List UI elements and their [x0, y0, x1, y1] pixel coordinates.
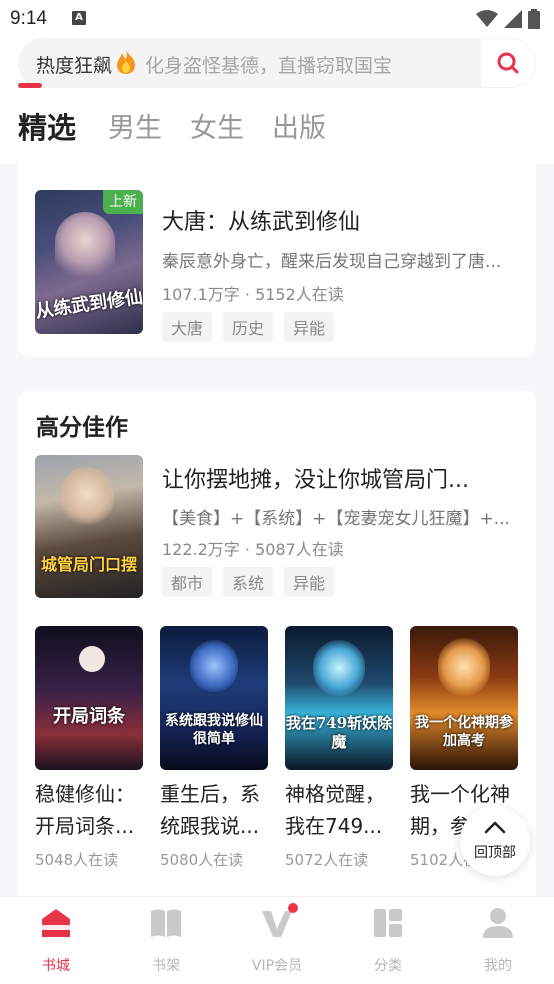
book-tags: 都市 系统 异能 [162, 567, 335, 597]
bottom-navigation: 书城 书架 VIP会员 分类 我的 [0, 896, 554, 984]
book-tag[interactable]: 大唐 [162, 312, 213, 342]
grid-book-title: 神格觉醒，我在749... [285, 782, 385, 838]
book-meta: 107.1万字 · 5152人在读 [162, 285, 344, 304]
profile-icon [483, 908, 513, 938]
book-meta: 122.2万字 · 5087人在读 [162, 540, 344, 559]
new-badge: 上新 [103, 190, 143, 214]
high-score-section: 高分佳作 城管局门口摆 让你摆地摊，没让你城管局门... 【美食】+【系统】+【… [18, 390, 536, 896]
chevron-up-icon [484, 821, 506, 834]
nav-label: 书城 [42, 958, 70, 974]
cover-title: 系统跟我说修仙很简单 [165, 713, 263, 747]
book-tag[interactable]: 系统 [223, 567, 274, 597]
tab-featured[interactable]: 精选 [18, 105, 76, 147]
wifi-icon [476, 10, 498, 27]
book-description: 秦辰意外身亡，醒来后发现自己穿越到了唐... [162, 252, 502, 272]
search-hot-label: 热度狂飙 [36, 55, 113, 77]
search-button[interactable] [480, 38, 536, 88]
cover-art [60, 467, 114, 527]
book-title[interactable]: 大唐：从练武到修仙 [162, 204, 360, 236]
header: 热度狂飙 化身盗怪基德，直播窃取国宝 精选 男生 女生 出版 [0, 38, 554, 164]
book-cover[interactable]: 开局词条 [35, 626, 143, 770]
search-hint: 化身盗怪基德，直播窃取国宝 [145, 55, 393, 77]
notification-icon: A [72, 11, 86, 25]
book-tag[interactable]: 都市 [162, 567, 213, 597]
search-bar[interactable]: 热度狂飙 化身盗怪基德，直播窃取国宝 [18, 38, 536, 88]
status-time: 9:14 [10, 8, 47, 29]
cover-title: 我一个化神期参加高考 [415, 715, 513, 749]
cover-title: 从练武到修仙 [35, 286, 143, 323]
nav-label: VIP会员 [251, 958, 303, 974]
cover-title: 开局词条 [53, 706, 125, 727]
featured-book-card[interactable]: 上新 从练武到修仙 大唐：从练武到修仙 秦辰意外身亡，醒来后发现自己穿越到了唐.… [18, 164, 536, 357]
notification-dot [288, 903, 298, 913]
tab-female[interactable]: 女生 [190, 106, 244, 145]
back-to-top-button[interactable]: 回顶部 [460, 806, 530, 876]
cover-title: 我在749斩妖除魔 [285, 714, 393, 751]
cover-title: 城管局门口摆 [40, 555, 137, 574]
nav-label: 分类 [374, 958, 402, 974]
section-title: 高分佳作 [36, 415, 128, 441]
category-icon [374, 909, 402, 937]
book-cover[interactable]: 我一个化神期参加高考 [410, 626, 518, 770]
status-indicators [476, 9, 540, 29]
status-bar: 9:14 A [0, 0, 554, 38]
active-tab-indicator [18, 83, 42, 88]
battery-icon [528, 9, 540, 29]
moon-art [79, 646, 105, 672]
book-description: 【美食】+【系统】+【宠妻宠女儿狂魔】+... [162, 509, 510, 529]
back-to-top-label: 回顶部 [474, 845, 516, 861]
cover-art [313, 640, 365, 696]
tab-male[interactable]: 男生 [108, 106, 162, 145]
grid-book-meta: 5048人在读 [35, 851, 119, 869]
book-tag[interactable]: 异能 [284, 567, 335, 597]
book-tags: 大唐 历史 异能 [162, 312, 335, 342]
nav-label: 我的 [484, 958, 512, 974]
cover-art [55, 212, 115, 282]
bookshelf-icon [151, 909, 181, 937]
book-title[interactable]: 让你摆地摊，没让你城管局门... [162, 462, 469, 494]
cover-art [438, 638, 490, 696]
book-cover[interactable]: 上新 从练武到修仙 [35, 190, 143, 334]
signal-icon [504, 10, 522, 28]
flame-icon [117, 50, 135, 74]
search-icon [497, 52, 519, 74]
grid-book-meta: 5072人在读 [285, 851, 369, 869]
feed[interactable]: 上新 从练武到修仙 大唐：从练武到修仙 秦辰意外身亡，醒来后发现自己穿越到了唐.… [0, 164, 554, 896]
book-cover[interactable]: 我在749斩妖除魔 [285, 626, 393, 770]
book-tag[interactable]: 历史 [223, 312, 274, 342]
grid-book-title: 重生后，系统跟我说... [160, 782, 260, 838]
bookstore-icon [42, 909, 70, 937]
book-cover[interactable]: 城管局门口摆 [35, 455, 143, 598]
grid-book-title: 稳健修仙：开局词条... [35, 782, 135, 838]
book-tag[interactable]: 异能 [284, 312, 335, 342]
nav-label: 书架 [152, 958, 180, 974]
tab-publishing[interactable]: 出版 [272, 106, 326, 145]
grid-book-meta: 5080人在读 [160, 851, 244, 869]
cover-art [190, 640, 238, 692]
book-cover[interactable]: 系统跟我说修仙很简单 [160, 626, 268, 770]
